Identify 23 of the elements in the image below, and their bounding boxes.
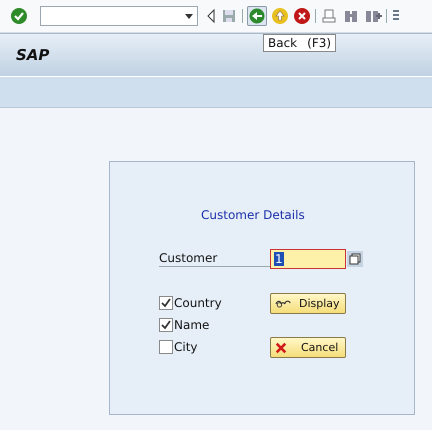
value-help-icon[interactable] (347, 251, 363, 267)
checkbox-label: Name (174, 318, 210, 332)
cancel-button[interactable]: Cancel (270, 337, 346, 358)
checkbox[interactable] (159, 340, 173, 354)
close-icon (275, 342, 287, 354)
cancel-icon[interactable] (293, 7, 311, 25)
customer-field[interactable]: 1 (270, 249, 346, 269)
screen-title: SAP (16, 46, 50, 64)
checkbox[interactable] (159, 318, 173, 332)
shortcut-text: (F3) (307, 36, 332, 50)
command-field[interactable] (40, 6, 198, 26)
back-icon[interactable] (247, 6, 267, 26)
dropdown-icon[interactable] (184, 12, 194, 20)
checkbox-label: Country (174, 296, 222, 310)
tooltip-text: Back (268, 36, 298, 50)
print-icon[interactable] (320, 7, 338, 25)
glasses-icon (275, 300, 291, 308)
left-triangle-icon[interactable] (206, 7, 216, 25)
checkbox-label: City (174, 340, 198, 354)
checkmark-icon[interactable] (10, 7, 28, 25)
display-button[interactable]: Display (270, 293, 346, 314)
dialog-title: Customer Details (201, 208, 305, 222)
checkbox[interactable] (159, 296, 173, 310)
